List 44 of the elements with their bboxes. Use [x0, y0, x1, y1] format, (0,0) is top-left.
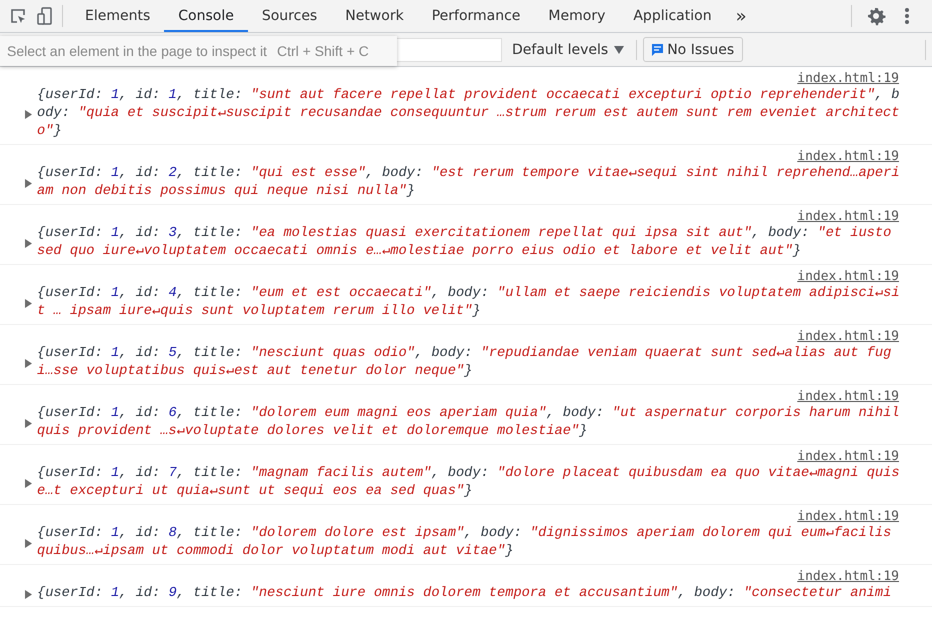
expand-arrow-icon[interactable]	[25, 538, 32, 548]
log-levels-dropdown[interactable]: Default levels	[502, 42, 630, 58]
panel-tab[interactable]: Sources	[248, 0, 332, 32]
more-tabs-button[interactable]: »	[726, 6, 757, 26]
log-message: {userId: 1, id: 6, title: "dolorem eum magni eos aperiam quia", body: "ut aspernatur corporis harum nihil quis provident …s↵voluptate dolores velit et doloremque molestiae"}	[37, 405, 901, 441]
tooltip-text: Select an element in the page to inspect it	[7, 43, 267, 59]
panel-tab[interactable]: Application	[619, 0, 726, 32]
shortcut-text: Ctrl + Shift + C	[276, 43, 369, 59]
log-message: {userId: 1, id: 8, title: "dolorem dolore est ipsam", body: "dignissimos aperiam dolorem qui eum↵facilis quibus…↵ipsam ut commodi dolor voluptatum modi aut vitae"}	[37, 525, 892, 561]
panel-tab[interactable]: Network	[331, 0, 418, 32]
log-message: {userId: 1, id: 2, title: "qui est esse", body: "est rerum tempore vitae↵sequi sint nihil reprehend…aperiam non debitis possimus qui neque nisi nulla"}	[37, 165, 901, 201]
source-link[interactable]: index.html:19	[797, 149, 899, 165]
panel-tab[interactable]: Elements	[71, 0, 164, 32]
source-link[interactable]: index.html:19	[797, 71, 899, 87]
source-link[interactable]: index.html:19	[797, 509, 899, 525]
caret-icon	[614, 46, 624, 54]
issues-button[interactable]: No Issues	[643, 37, 744, 62]
log-message: {userId: 1, id: 7, title: "magnam facilis autem", body: "dolore placeat quibusdam ea quo vitae↵magni quis e…t excepturi ut quia↵sunt ut sequi eos ea sed quas"}	[37, 465, 901, 501]
panel-tab[interactable]: Memory	[534, 0, 620, 32]
expand-arrow-icon[interactable]	[25, 298, 32, 308]
settings-icon[interactable]	[866, 6, 886, 26]
expand-arrow-icon[interactable]	[25, 110, 32, 118]
message-icon	[652, 44, 664, 56]
more-options-icon[interactable]	[904, 7, 910, 25]
source-link[interactable]: index.html:19	[797, 209, 899, 225]
expand-arrow-icon[interactable]	[25, 238, 32, 248]
panel-tab[interactable]: Performance	[418, 0, 534, 32]
expand-arrow-icon[interactable]	[25, 478, 32, 488]
log-message: {userId: 1, id: 4, title: "eum et est occaecati", body: "ullam et saepe reiciendis voluptatem adipisci↵sit … ipsam iure↵quis sunt voluptatem rerum illo velit"}	[37, 285, 901, 321]
source-link[interactable]: index.html:19	[797, 329, 899, 345]
expand-arrow-icon[interactable]	[25, 178, 32, 188]
expand-arrow-icon[interactable]	[25, 418, 32, 428]
expand-arrow-icon[interactable]	[25, 358, 32, 368]
expand-arrow-icon[interactable]	[25, 590, 32, 598]
device-toolbar-icon[interactable]	[36, 7, 54, 25]
inspect-icon[interactable]	[9, 7, 27, 25]
source-link[interactable]: index.html:19	[797, 389, 899, 405]
source-link[interactable]: index.html:19	[797, 449, 899, 465]
log-message: {userId: 1, id: 5, title: "nesciunt quas odio", body: "repudiandae veniam quaerat sunt sed↵alias aut fugi…sse voluptatibus quis↵est aut tenetur dolor neque"}	[37, 345, 892, 381]
log-message: {userId: 1, id: 9, title: "nesciunt iure omnis dolorem tempora et accusantium", body: "consectetur animi	[37, 585, 892, 603]
log-message: {userId: 1, id: 1, title: "sunt aut facere repellat provident occaecati excepturi optio reprehenderit", body: "quia et suscipit↵suscipit recusandae consequuntur …strum rerum est autem sunt rem eveniet architecto"}	[37, 87, 901, 141]
source-link[interactable]: index.html:19	[797, 569, 899, 585]
source-link[interactable]: index.html:19	[797, 269, 899, 285]
log-message: {userId: 1, id: 3, title: "ea molestias quasi exercitationem repellat qui ipsa sit aut", body: "et iusto sed quo iure↵voluptatem occaecati omnis e…↵molestiae porro eius odio et labore et velit aut"}	[37, 225, 892, 261]
